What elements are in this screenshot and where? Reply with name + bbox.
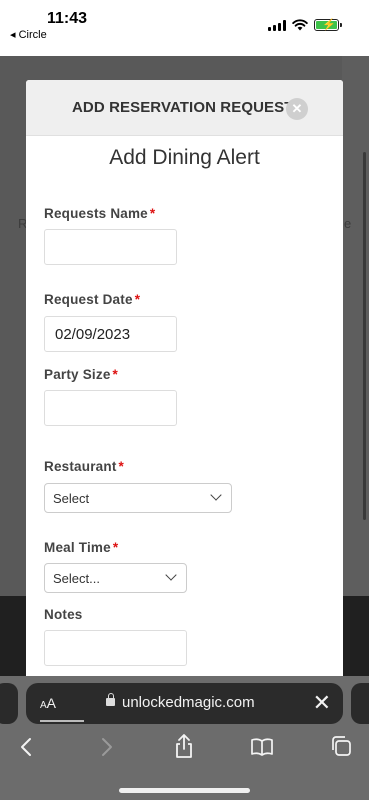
form-subtitle: Add Dining Alert — [109, 146, 260, 169]
modal-title: ADD RESERVATION REQUEST — [72, 99, 294, 116]
browser-toolbar — [0, 731, 369, 771]
chevron-down-icon — [165, 569, 177, 581]
reader-options-button[interactable]: AA — [40, 695, 56, 711]
clock: 11:43 — [47, 10, 88, 27]
close-icon[interactable]: ✕ — [286, 98, 308, 120]
signal-icon — [268, 19, 286, 31]
address-bar[interactable]: AA unlockedmagic.com ✕ — [26, 683, 343, 724]
next-tab-pill[interactable] — [351, 683, 369, 724]
meal-time-label: Meal Time * — [44, 540, 119, 555]
modal-header: ADD RESERVATION REQUEST ✕ — [26, 80, 343, 136]
scroll-indicator[interactable] — [363, 152, 366, 520]
meal-time-selected-value: Select... — [53, 571, 100, 586]
url-text[interactable]: unlockedmagic.com — [122, 694, 255, 711]
party-size-input[interactable] — [44, 390, 177, 426]
request-date-input[interactable]: 02/09/2023 — [44, 316, 177, 352]
requests-name-input[interactable] — [44, 229, 177, 265]
browser-chrome: AA unlockedmagic.com ✕ — [0, 676, 369, 800]
clear-url-button[interactable]: ✕ — [313, 690, 331, 716]
meal-time-select[interactable]: Select... — [44, 563, 187, 593]
chevron-down-icon — [210, 489, 222, 501]
background-text-right: e — [344, 216, 352, 231]
home-indicator[interactable] — [119, 788, 250, 793]
party-size-label: Party Size * — [44, 367, 119, 382]
wifi-icon — [292, 19, 308, 31]
reservation-modal: ADD RESERVATION REQUEST ✕ Add Dining Ale… — [26, 80, 343, 680]
forward-arrow-icon[interactable] — [100, 737, 114, 757]
lock-icon — [106, 693, 115, 706]
bookmarks-icon[interactable] — [250, 737, 274, 757]
restaurant-selected-value: Select — [53, 491, 90, 506]
back-arrow-icon[interactable] — [19, 737, 33, 757]
tabs-icon[interactable] — [330, 735, 352, 757]
restaurant-select[interactable]: Select — [44, 483, 232, 513]
request-date-label: Request Date * — [44, 292, 141, 307]
restaurant-label: Restaurant * — [44, 459, 124, 474]
status-bar: 11:43 ◂ Circle ⚡ — [0, 0, 369, 56]
page-load-indicator — [40, 720, 84, 722]
battery-icon: ⚡ — [314, 19, 342, 31]
previous-tab-pill[interactable] — [0, 683, 18, 724]
requests-name-label: Requests Name * — [44, 206, 156, 221]
notes-input[interactable] — [44, 630, 187, 666]
notes-label: Notes — [44, 607, 83, 622]
share-icon[interactable] — [174, 733, 194, 759]
back-to-app-link[interactable]: ◂ Circle — [10, 28, 47, 41]
status-icons: ⚡ — [268, 19, 342, 31]
